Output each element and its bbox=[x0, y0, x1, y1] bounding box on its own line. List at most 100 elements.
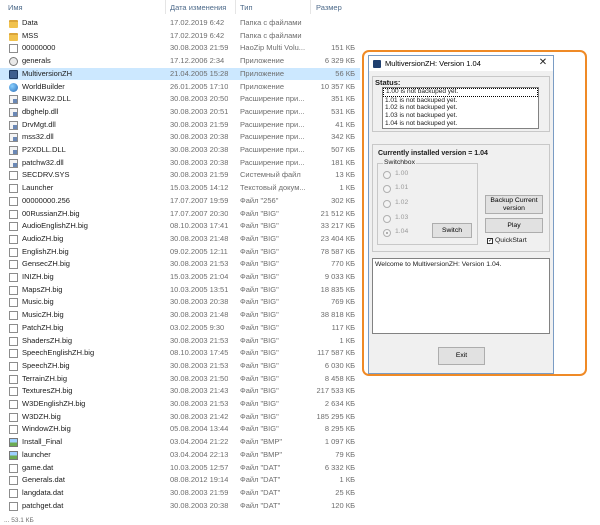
close-icon[interactable]: ✕ bbox=[538, 57, 548, 69]
file-row[interactable]: Launcher 15.03.2005 14:12 Текстовый докум.… bbox=[0, 182, 360, 195]
file-type: Папка с файлами bbox=[240, 18, 302, 27]
file-row[interactable]: dbghelp.dll 30.08.2003 20:51 Расширение пр… bbox=[0, 106, 360, 119]
file-date: 17.12.2006 2:34 bbox=[170, 56, 225, 66]
radio-icon bbox=[383, 200, 391, 208]
file-date: 30.08.2003 21:48 bbox=[170, 233, 229, 243]
file-row[interactable]: MultiversionZH 21.04.2005 15:28 Приложение… bbox=[0, 67, 360, 81]
file-row[interactable]: DrvMgt.dll 30.08.2003 21:59 Расширение при… bbox=[0, 119, 360, 132]
file-name: Music.big bbox=[22, 297, 54, 307]
file-row[interactable]: Install_Final 03.04.2004 21:22 Файл "BMP" 1… bbox=[0, 436, 360, 449]
file-row[interactable]: 00000000 30.08.2003 21:59 HaoZip Multi Vol… bbox=[0, 42, 360, 55]
file-row[interactable]: W3DZH.big 30.08.2003 21:42 Файл "BIG" 185 2… bbox=[0, 411, 360, 424]
file-size: 8 458 КБ bbox=[324, 373, 355, 383]
file-row[interactable]: TerrainZH.big 30.08.2003 21:50 Файл "BIG" 8… bbox=[0, 373, 360, 386]
file-icon bbox=[9, 400, 18, 409]
file-row[interactable]: SpeechEnglishZH.big 08.10.2003 17:45 Файл … bbox=[0, 347, 360, 360]
title-bar[interactable]: MultiversionZH: Version 1.04 ✕ bbox=[369, 56, 553, 71]
file-name: Install_Final bbox=[22, 437, 63, 447]
file-size: 181 КБ bbox=[331, 157, 355, 167]
file-row[interactable]: game.dat 10.03.2005 12:57 Файл "DAT" 6 332 … bbox=[0, 462, 360, 475]
column-size[interactable]: Размер bbox=[316, 3, 342, 12]
file-row[interactable]: launcher 03.04.2004 22:13 Файл "BMP" 79 КБ bbox=[0, 449, 360, 462]
explorer-status: ... 53.1 КБ bbox=[4, 517, 34, 524]
file-row[interactable]: AudioEnglishZH.big 08.10.2003 17:41 Файл "… bbox=[0, 220, 360, 233]
file-row[interactable]: W3DEnglishZH.big 30.08.2003 21:53 Файл "BI… bbox=[0, 398, 360, 411]
file-row[interactable]: INIZH.big 15.03.2005 21:04 Файл "BIG" 9 033… bbox=[0, 271, 360, 284]
status-listbox[interactable]: 1.00 is not backuped yet. 1.01 is not ba… bbox=[382, 87, 539, 129]
check-icon: ✓ bbox=[488, 238, 494, 244]
file-date: 21.04.2005 15:28 bbox=[170, 68, 229, 78]
file-icon bbox=[9, 311, 18, 321]
file-date: 30.08.2003 20:38 bbox=[170, 500, 229, 510]
list-item[interactable]: 1.00 is not backuped yet. bbox=[383, 88, 538, 97]
file-row[interactable]: P2XDLL.DLL 30.08.2003 20:38 Расширение при… bbox=[0, 144, 360, 157]
file-icon bbox=[9, 298, 18, 308]
file-date: 30.08.2003 20:38 bbox=[170, 145, 229, 154]
file-row[interactable]: patchget.dat 30.08.2003 20:38 Файл "DAT" 12… bbox=[0, 500, 360, 513]
list-item[interactable]: 1.03 is not backuped yet. bbox=[383, 112, 538, 120]
file-name: launcher bbox=[22, 449, 51, 459]
file-row[interactable]: MSS 17.02.2019 6:42 Папка с файлами bbox=[0, 30, 360, 43]
file-row[interactable]: ShadersZH.big 30.08.2003 21:53 Файл "BIG" 1… bbox=[0, 335, 360, 348]
file-date: 17.07.2007 19:59 bbox=[170, 195, 229, 205]
file-icon bbox=[9, 285, 18, 295]
file-row[interactable]: Generals.dat 08.08.2012 19:14 Файл "DAT" 1 … bbox=[0, 474, 360, 487]
file-name: MapsZH.big bbox=[22, 284, 63, 294]
file-row[interactable]: GensecZH.big 30.08.2003 21:53 Файл "BIG" 77… bbox=[0, 258, 360, 271]
column-name[interactable]: Имя bbox=[8, 3, 23, 12]
file-name: W3DEnglishZH.big bbox=[22, 399, 86, 408]
file-row[interactable]: WorldBuilder 26.01.2005 17:10 Приложение 10… bbox=[0, 81, 360, 94]
file-row[interactable]: TexturesZH.big 30.08.2003 21:43 Файл "BIG"… bbox=[0, 385, 360, 398]
file-row[interactable]: 00RussianZH.big 17.07.2007 20:30 Файл "BIG… bbox=[0, 208, 360, 221]
file-size: 41 КБ bbox=[335, 119, 355, 129]
file-name: P2XDLL.DLL bbox=[22, 145, 66, 154]
list-item[interactable]: 1.04 is not backuped yet. bbox=[383, 120, 538, 128]
play-button[interactable]: Play bbox=[485, 218, 543, 233]
file-name: WindowZH.big bbox=[22, 424, 71, 434]
file-row[interactable]: SECDRV.SYS 30.08.2003 21:59 Системный файл… bbox=[0, 169, 360, 182]
file-size: 79 КБ bbox=[335, 449, 355, 459]
column-date[interactable]: Дата изменения bbox=[170, 3, 226, 12]
file-name: mss32.dll bbox=[22, 132, 54, 142]
image-icon bbox=[9, 450, 18, 460]
file-row[interactable]: 00000000.256 17.07.2007 19:59 Файл "256" 30… bbox=[0, 195, 360, 208]
file-size: 23 404 КБ bbox=[320, 233, 355, 243]
file-row[interactable]: generals 17.12.2006 2:34 Приложение 6 329 К… bbox=[0, 55, 360, 68]
list-item[interactable]: 1.02 is not backuped yet. bbox=[383, 104, 538, 112]
file-size: 33 217 КБ bbox=[320, 221, 355, 231]
list-item[interactable]: 1.01 is not backuped yet. bbox=[383, 97, 538, 105]
file-row[interactable]: Data 17.02.2019 6:42 Папка с файлами bbox=[0, 17, 360, 30]
file-row[interactable]: langdata.dat 30.08.2003 21:59 Файл "DAT" 25… bbox=[0, 487, 360, 500]
log-memo[interactable]: Welcome to MultiversionZH: Version 1.04. bbox=[372, 258, 550, 334]
file-size: 769 КБ bbox=[331, 297, 355, 307]
file-row[interactable]: MusicZH.big 30.08.2003 21:48 Файл "BIG" 38 … bbox=[0, 309, 360, 322]
file-row[interactable]: WindowZH.big 05.08.2004 13:44 Файл "BIG" 8 … bbox=[0, 423, 360, 436]
file-name: AudioZH.big bbox=[22, 233, 64, 243]
file-size: 1 КБ bbox=[339, 475, 355, 485]
file-size: 185 295 КБ bbox=[316, 411, 356, 421]
exit-button[interactable]: Exit bbox=[438, 347, 485, 365]
file-row[interactable]: SpeechZH.big 30.08.2003 21:53 Файл "BIG" 6 … bbox=[0, 360, 360, 373]
file-row[interactable]: patchw32.dll 30.08.2003 20:38 Расширение п… bbox=[0, 157, 360, 170]
quickstart-checkbox[interactable]: ✓ bbox=[487, 238, 493, 244]
file-name: game.dat bbox=[22, 462, 54, 472]
multiversion-dialog: MultiversionZH: Version 1.04 ✕ Status: 1… bbox=[368, 55, 554, 374]
radio-icon bbox=[383, 185, 391, 193]
file-row[interactable]: mss32.dll 30.08.2003 20:38 Расширение при.… bbox=[0, 131, 360, 144]
file-row[interactable]: MapsZH.big 10.03.2005 13:51 Файл "BIG" 18 8… bbox=[0, 284, 360, 297]
switchbox-label: Switchbox bbox=[383, 159, 416, 166]
file-size: 507 КБ bbox=[331, 145, 355, 154]
dll-icon bbox=[9, 120, 18, 130]
file-row[interactable]: BINKW32.DLL 30.08.2003 20:50 Расширение пр… bbox=[0, 93, 360, 106]
column-type[interactable]: Тип bbox=[240, 3, 253, 12]
file-size: 38 818 КБ bbox=[320, 310, 355, 320]
file-date: 09.02.2005 12:11 bbox=[170, 246, 228, 256]
file-row[interactable]: AudioZH.big 30.08.2003 21:48 Файл "BIG" 23 … bbox=[0, 233, 360, 246]
file-row[interactable]: Music.big 30.08.2003 20:38 Файл "BIG" 769 К… bbox=[0, 296, 360, 309]
file-date: 15.03.2005 21:04 bbox=[170, 272, 229, 281]
file-row[interactable]: EnglishZH.big 09.02.2005 12:11 Файл "BIG" 7… bbox=[0, 246, 360, 259]
switch-button[interactable]: Switch bbox=[432, 223, 472, 238]
file-size: 117 587 КБ bbox=[317, 348, 355, 358]
file-row[interactable]: PatchZH.big 03.02.2005 9:30 Файл "BIG" 117 … bbox=[0, 322, 360, 335]
backup-button[interactable]: Backup Current version bbox=[485, 195, 543, 214]
